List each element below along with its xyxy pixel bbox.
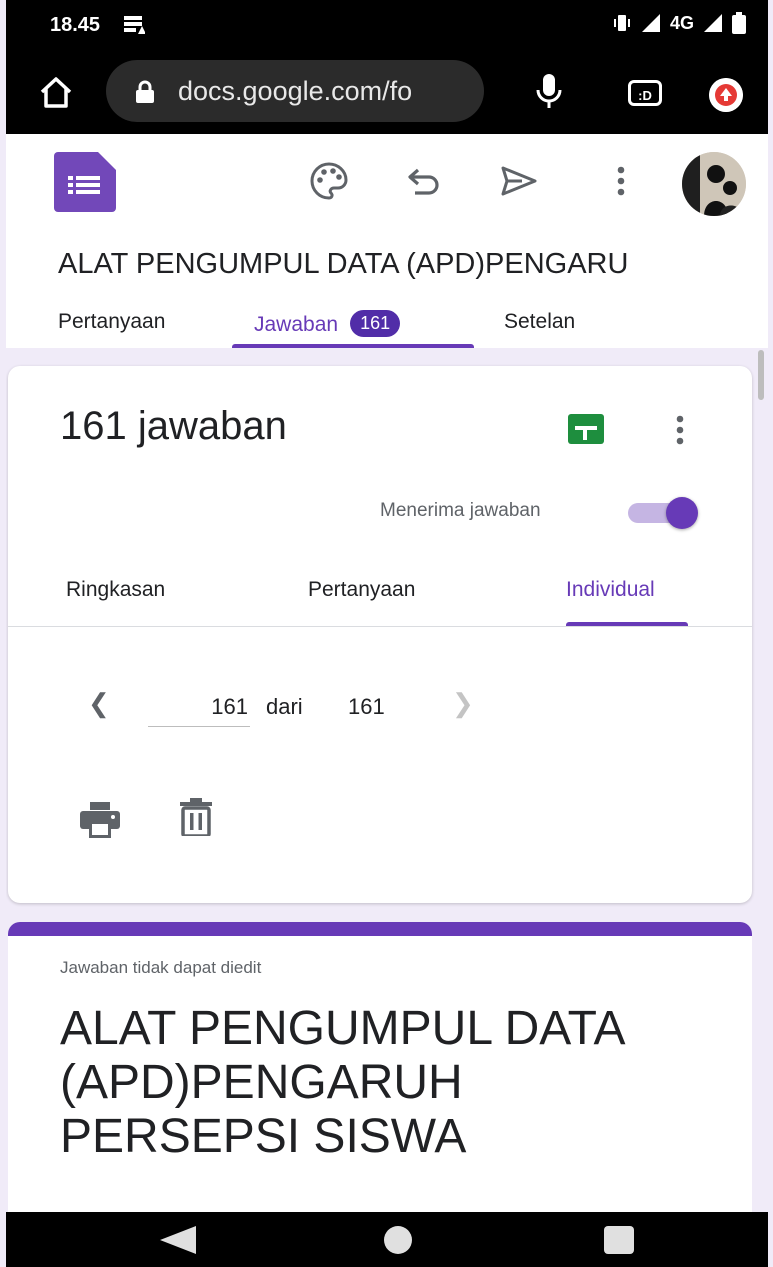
phone-screen: 18.45 4G docs.google.com/fo:D ALAT PENG… xyxy=(6,0,768,1267)
avatar-photo xyxy=(682,152,746,216)
nav-home-button[interactable] xyxy=(384,1226,412,1254)
browser-toolbar: docs.google.com/fo :D xyxy=(6,50,768,134)
home-icon[interactable] xyxy=(36,72,76,112)
accepting-responses-toggle[interactable] xyxy=(626,497,700,529)
active-tab-indicator xyxy=(232,344,474,348)
response-form-title: ALAT PENGUMPUL DATA (APD)PENGARUH PERSEP… xyxy=(60,1002,623,1163)
status-time: 18.45 xyxy=(50,14,101,36)
tab-responses-label: Jawaban xyxy=(254,313,339,336)
back-icon[interactable] xyxy=(158,1226,198,1254)
avatar[interactable] xyxy=(682,152,746,216)
response-number-value: 161 xyxy=(211,694,248,719)
form-title: ALAT PENGUMPUL DATA (APD)PENGARU xyxy=(58,248,629,280)
toggle-knob xyxy=(666,497,698,529)
responses-count-badge: 161 xyxy=(350,310,401,337)
responses-more-icon[interactable] xyxy=(673,410,687,450)
subtab-summary[interactable]: Ringkasan xyxy=(66,578,165,602)
print-icon[interactable] xyxy=(80,802,120,838)
send-icon[interactable] xyxy=(498,160,540,202)
sheets-icon[interactable] xyxy=(568,414,604,444)
url-text[interactable]: docs.google.com/fo xyxy=(178,76,412,107)
tab-settings[interactable]: Setelan xyxy=(504,310,575,334)
microphone-icon[interactable] xyxy=(534,72,564,112)
tab-switcher-button[interactable]: :D xyxy=(628,80,662,106)
tab-questions[interactable]: Pertanyaan xyxy=(58,310,165,334)
previous-response-button[interactable]: ❮ xyxy=(88,688,110,719)
signal-icon xyxy=(641,14,660,32)
battery-icon xyxy=(732,12,746,34)
tab-responses[interactable]: Jawaban 161 xyxy=(254,310,401,337)
pager-of-label: dari xyxy=(266,694,303,719)
google-forms-logo-icon[interactable] xyxy=(54,152,116,212)
undo-icon[interactable] xyxy=(404,160,446,202)
signal-icon-2 xyxy=(704,14,722,32)
divider xyxy=(8,626,752,627)
next-response-button[interactable]: ❯ xyxy=(452,688,474,719)
card-accent-bar xyxy=(8,922,752,936)
pager-total: 161 xyxy=(348,694,385,719)
responses-card: 161 jawaban Menerima jawaban Ringkasan P… xyxy=(8,366,752,903)
forms-header: ALAT PENGUMPUL DATA (APD)PENGARU Pertany… xyxy=(6,134,768,348)
lock-icon xyxy=(136,80,154,103)
update-available-icon[interactable] xyxy=(709,78,743,112)
response-number-input[interactable]: 161 xyxy=(148,690,250,727)
vibrate-icon xyxy=(613,15,630,31)
palette-icon[interactable] xyxy=(308,160,350,202)
status-bar: 18.45 4G xyxy=(6,0,768,50)
responses-count: 161 jawaban xyxy=(60,404,287,448)
accepting-responses-label: Menerima jawaban xyxy=(380,500,541,521)
delete-icon[interactable] xyxy=(180,798,212,836)
subtab-question[interactable]: Pertanyaan xyxy=(308,578,415,602)
network-type: 4G xyxy=(669,12,694,33)
form-tabs: Pertanyaan Jawaban 161 Setelan xyxy=(6,310,768,348)
not-editable-notice: Jawaban tidak dapat diedit xyxy=(60,958,262,977)
storage-warning-icon xyxy=(124,16,145,34)
more-options-icon[interactable] xyxy=(600,160,642,202)
status-icons: 4G xyxy=(612,12,746,34)
subtab-individual[interactable]: Individual xyxy=(566,578,655,602)
system-nav-bar xyxy=(6,1212,768,1267)
recent-apps-button[interactable] xyxy=(604,1226,634,1254)
scrollbar[interactable] xyxy=(758,350,764,400)
